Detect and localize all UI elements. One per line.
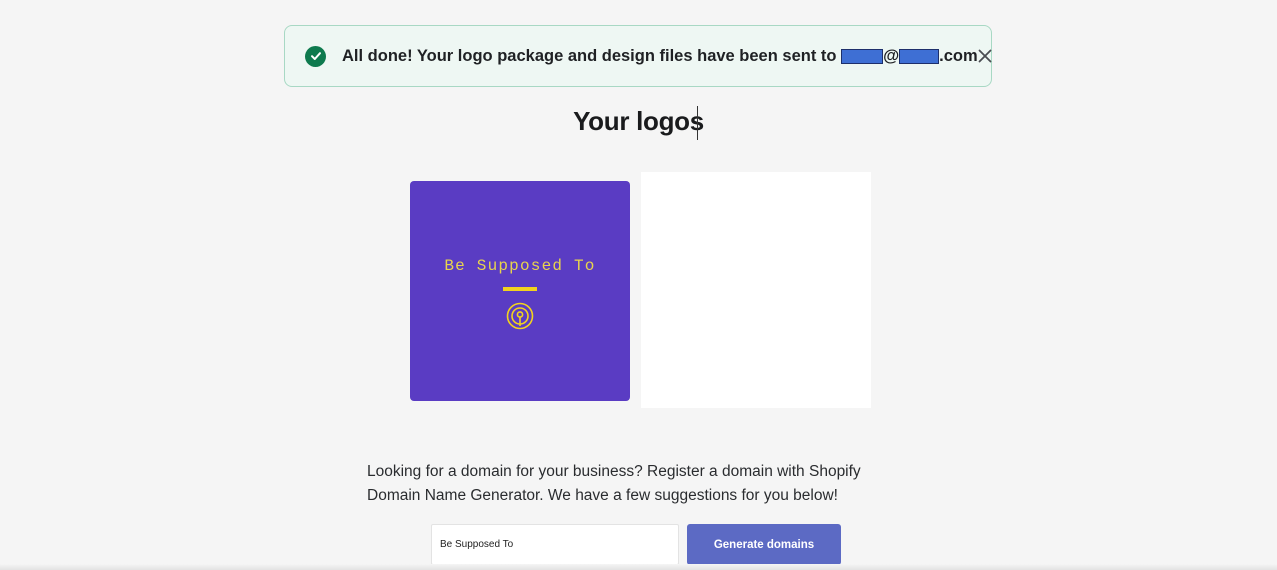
domain-search-input[interactable] <box>431 524 679 565</box>
redacted-email-user <box>841 48 884 64</box>
logo-preview-blank[interactable] <box>641 172 871 408</box>
email-at-sign: @ <box>883 46 900 65</box>
email-suffix: .com <box>939 46 978 65</box>
banner-message-text: All done! Your logo package and design f… <box>342 46 837 65</box>
domain-description: Looking for a domain for your business? … <box>367 463 861 504</box>
logo-text: Be Supposed To <box>444 257 596 275</box>
text-cursor <box>697 106 698 140</box>
logo-accent-bar <box>503 287 537 291</box>
success-banner: All done! Your logo package and design f… <box>284 25 992 87</box>
banner-message: All done! Your logo package and design f… <box>342 47 978 66</box>
broadcast-icon <box>506 302 534 330</box>
logo-preview[interactable]: Be Supposed To <box>410 181 630 401</box>
redacted-email-domain <box>899 48 940 64</box>
bottom-shadow <box>0 564 1277 570</box>
generate-domains-button[interactable]: Generate domains <box>687 524 841 565</box>
close-icon[interactable] <box>978 47 992 65</box>
check-circle-icon <box>305 45 326 67</box>
page-title: Your logos <box>573 106 704 136</box>
